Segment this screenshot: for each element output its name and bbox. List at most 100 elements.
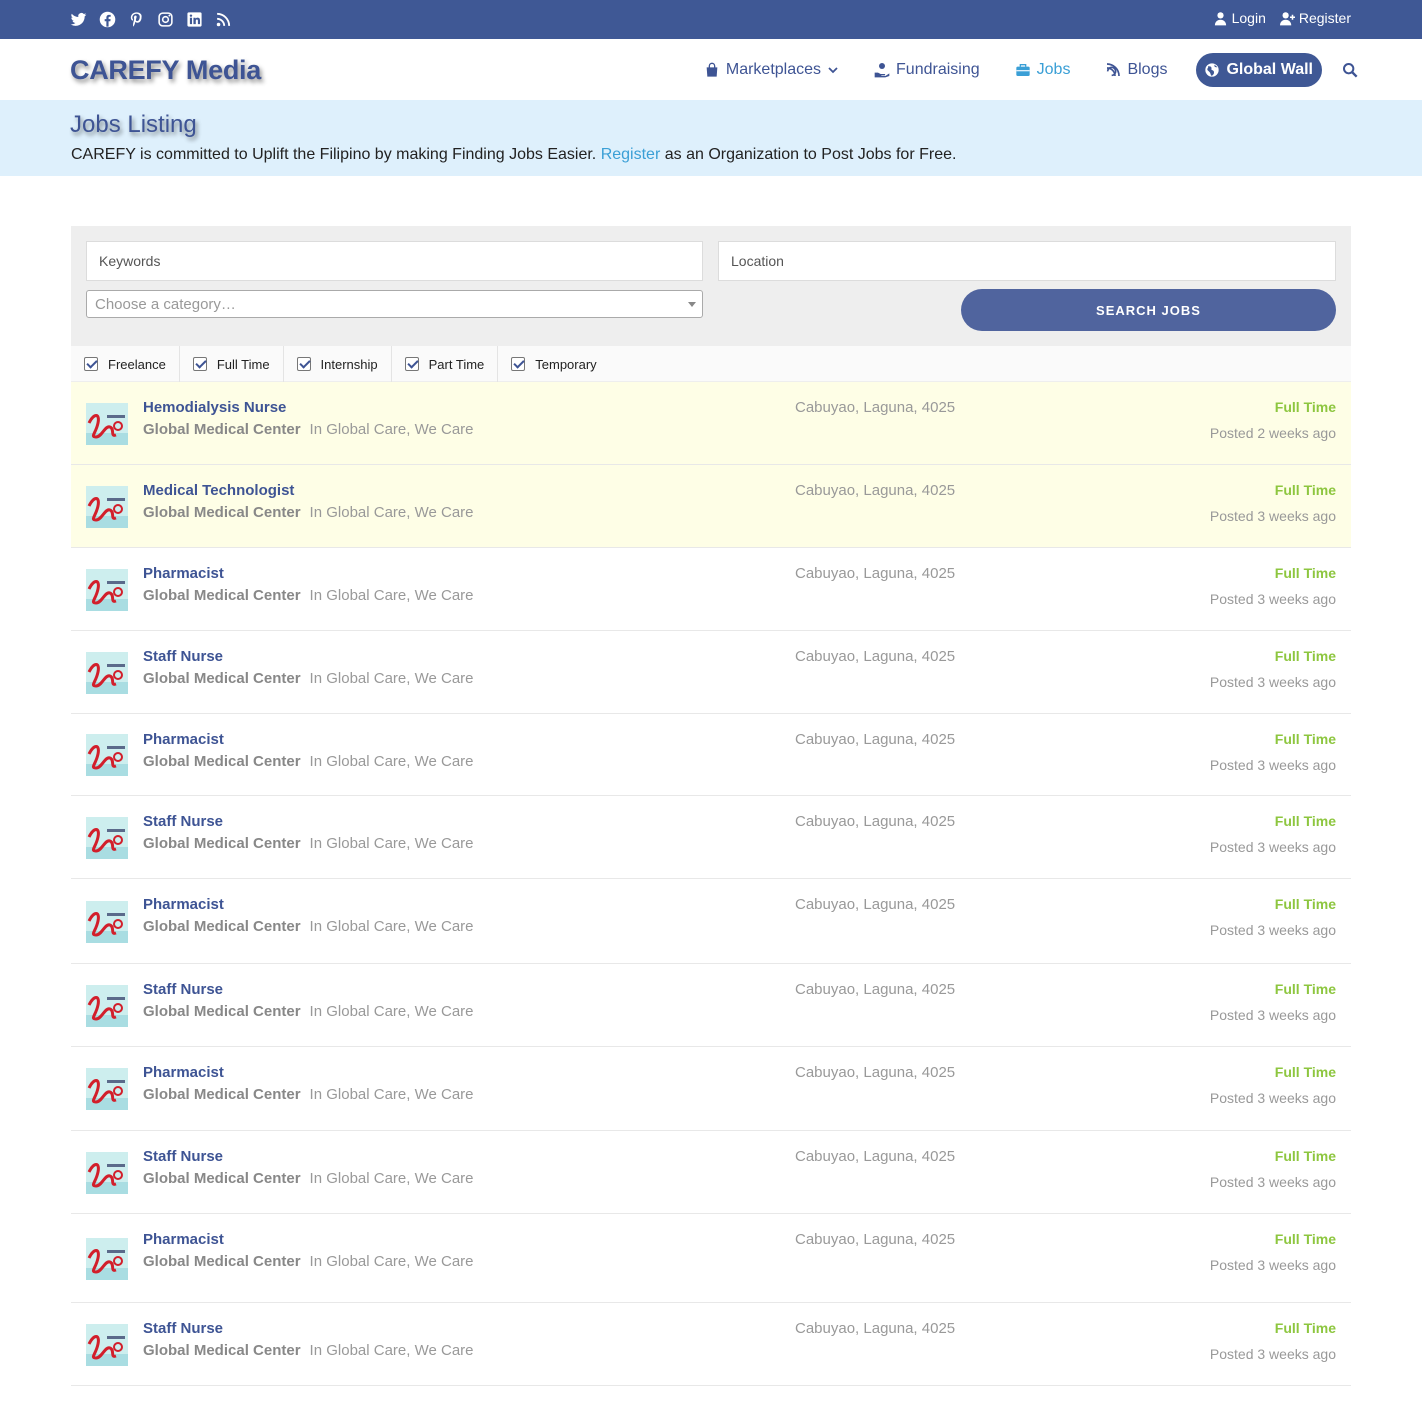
register-label: Register: [1298, 10, 1351, 26]
nav-blogs[interactable]: Blogs: [1105, 61, 1167, 79]
filter-full-time[interactable]: Full Time: [180, 346, 284, 382]
job-type-badge: Full Time: [1274, 1064, 1336, 1080]
job-title[interactable]: Staff Nurse: [143, 813, 223, 830]
company-tagline: In Global Care, We Care: [309, 753, 474, 770]
linkedin-icon[interactable]: [186, 11, 203, 28]
banner-register-link[interactable]: Register: [601, 146, 661, 163]
location-input[interactable]: Location: [718, 241, 1336, 281]
job-location: Cabuyao, Laguna, 4025: [795, 482, 956, 499]
job-title[interactable]: Pharmacist: [143, 896, 224, 913]
filter-label: Internship: [320, 356, 378, 372]
job-title[interactable]: Medical Technologist: [143, 482, 294, 499]
user-icon: [1214, 11, 1226, 25]
twitter-icon[interactable]: [70, 11, 87, 28]
blog-icon: [1107, 63, 1121, 77]
search-button[interactable]: [1342, 62, 1358, 78]
job-listing-row[interactable]: Staff Nurse Global Medical Center In Glob…: [71, 796, 1351, 879]
job-listing-row[interactable]: Pharmacist Global Medical Center In Globa…: [71, 714, 1351, 796]
job-location: Cabuyao, Laguna, 4025: [795, 1320, 956, 1337]
company-name: Global Medical Center In Global Care, We …: [143, 753, 474, 770]
job-type-filters: Freelance Full Time Internship Part Time…: [71, 346, 1351, 382]
job-title[interactable]: Pharmacist: [143, 731, 224, 748]
job-title[interactable]: Pharmacist: [143, 1231, 224, 1248]
filter-freelance[interactable]: Freelance: [71, 346, 180, 382]
company-name-text: Global Medical Center: [143, 421, 301, 438]
page-banner: Jobs Listing CAREFY is committed to Upli…: [0, 100, 1422, 176]
job-type-badge: Full Time: [1274, 482, 1336, 498]
search-jobs-button[interactable]: SEARCH JOBS: [961, 289, 1336, 331]
register-link[interactable]: Register: [1279, 10, 1351, 26]
job-type-badge: Full Time: [1274, 896, 1336, 912]
category-select[interactable]: Choose a category…: [86, 290, 703, 318]
checkbox[interactable]: [511, 357, 526, 371]
posted-date: Posted 3 weeks ago: [1209, 1090, 1336, 1106]
job-location: Cabuyao, Laguna, 4025: [795, 1064, 956, 1081]
job-listing-row[interactable]: Staff Nurse Global Medical Center In Glob…: [71, 1131, 1351, 1214]
filter-internship[interactable]: Internship: [284, 346, 392, 382]
company-name-text: Global Medical Center: [143, 587, 301, 604]
posted-date: Posted 3 weeks ago: [1209, 1007, 1336, 1023]
job-title[interactable]: Pharmacist: [143, 565, 224, 582]
company-name-text: Global Medical Center: [143, 670, 301, 687]
job-type-badge: Full Time: [1274, 1320, 1336, 1336]
job-type-badge: Full Time: [1274, 731, 1336, 747]
job-listing-row[interactable]: Pharmacist Global Medical Center In Globa…: [71, 879, 1351, 964]
filter-label: Temporary: [535, 356, 597, 372]
social-links: [70, 11, 232, 28]
company-name-text: Global Medical Center: [143, 753, 301, 770]
job-listing-row[interactable]: Staff Nurse Global Medical Center In Glob…: [71, 1303, 1351, 1386]
job-listing-row[interactable]: Pharmacist Global Medical Center In Globa…: [71, 548, 1351, 631]
job-listing-row[interactable]: Pharmacist Global Medical Center In Globa…: [71, 1214, 1351, 1303]
job-listing-row[interactable]: Staff Nurse Global Medical Center In Glob…: [71, 631, 1351, 714]
company-name: Global Medical Center In Global Care, We …: [143, 918, 474, 935]
posted-date: Posted 3 weeks ago: [1209, 922, 1336, 938]
job-title[interactable]: Staff Nurse: [143, 648, 223, 665]
job-location: Cabuyao, Laguna, 4025: [795, 731, 956, 748]
checkbox[interactable]: [296, 357, 311, 371]
filter-temporary[interactable]: Temporary: [498, 346, 609, 382]
site-header: CAREFY Media Marketplaces Fundraising Jo…: [0, 39, 1422, 100]
rss-icon[interactable]: [215, 11, 232, 28]
job-title[interactable]: Hemodialysis Nurse: [143, 399, 286, 416]
job-listing-row[interactable]: Staff Nurse Global Medical Center In Glob…: [71, 964, 1351, 1047]
keywords-input[interactable]: Keywords: [86, 241, 703, 281]
filter-part-time[interactable]: Part Time: [392, 346, 499, 382]
job-title[interactable]: Staff Nurse: [143, 1148, 223, 1165]
instagram-icon[interactable]: [157, 11, 174, 28]
nav-blogs-label: Blogs: [1127, 61, 1168, 78]
login-link[interactable]: Login: [1213, 10, 1266, 26]
user-plus-icon: [1279, 11, 1295, 25]
company-tagline: In Global Care, We Care: [309, 1342, 474, 1359]
job-title[interactable]: Staff Nurse: [143, 1320, 223, 1337]
company-name: Global Medical Center In Global Care, We …: [143, 1253, 474, 1270]
filter-label: Full Time: [216, 356, 270, 372]
shopping-bag-icon: [706, 62, 718, 77]
globe-icon: [1205, 63, 1220, 77]
nav-global-wall[interactable]: Global Wall: [1196, 53, 1322, 87]
checkbox[interactable]: [84, 357, 98, 371]
job-location: Cabuyao, Laguna, 4025: [795, 1231, 956, 1248]
job-title[interactable]: Staff Nurse: [143, 981, 223, 998]
company-tagline: In Global Care, We Care: [309, 421, 474, 438]
company-name-text: Global Medical Center: [143, 1170, 301, 1187]
banner-text-before: CAREFY is committed to Uplift the Filipi…: [71, 146, 601, 163]
site-logo[interactable]: CAREFY Media: [70, 55, 261, 86]
job-type-badge: Full Time: [1274, 813, 1336, 829]
job-listing-row[interactable]: Hemodialysis Nurse Global Medical Center…: [71, 382, 1351, 465]
job-type-badge: Full Time: [1274, 1231, 1336, 1247]
pinterest-icon[interactable]: [128, 11, 145, 28]
nav-marketplaces[interactable]: Marketplaces: [704, 61, 839, 79]
checkbox[interactable]: [192, 357, 207, 371]
facebook-icon[interactable]: [99, 11, 116, 28]
nav-fundraising[interactable]: Fundraising: [874, 61, 980, 79]
job-title[interactable]: Pharmacist: [143, 1064, 224, 1081]
job-listing-row[interactable]: Pharmacist Global Medical Center In Globa…: [71, 1047, 1351, 1131]
company-logo: [86, 817, 128, 859]
company-tagline: In Global Care, We Care: [309, 1086, 474, 1103]
company-name-text: Global Medical Center: [143, 1086, 301, 1103]
job-listing-row[interactable]: Medical Technologist Global Medical Cent…: [71, 465, 1351, 548]
checkbox[interactable]: [404, 357, 419, 371]
company-name: Global Medical Center In Global Care, We …: [143, 835, 474, 852]
company-name-text: Global Medical Center: [143, 1253, 301, 1270]
nav-jobs[interactable]: Jobs: [1015, 61, 1070, 79]
